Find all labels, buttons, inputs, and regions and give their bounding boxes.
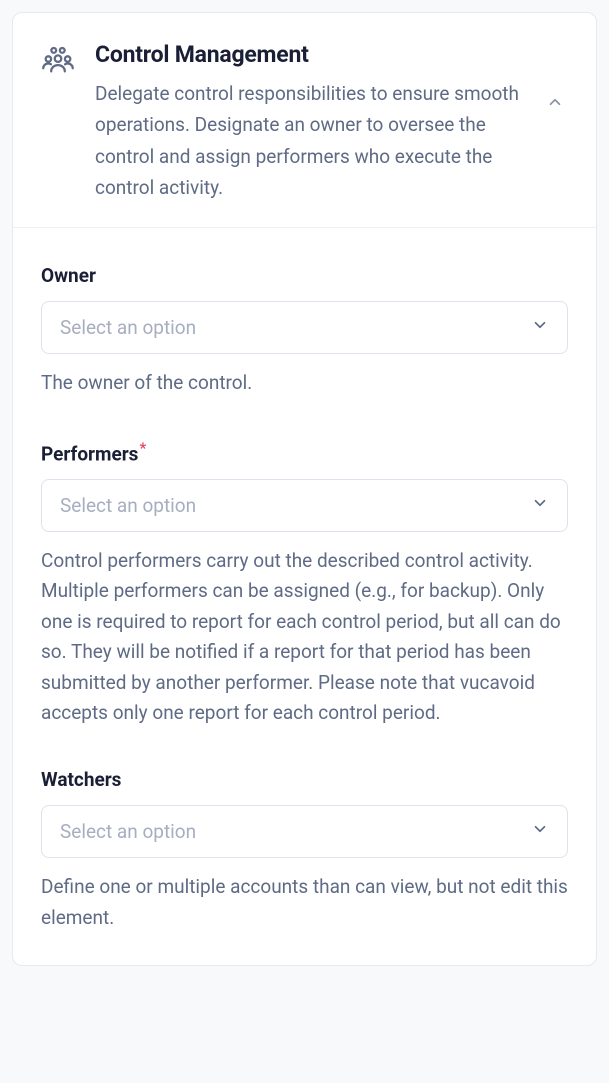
- owner-label: Owner: [41, 264, 568, 287]
- performers-label-text: Performers: [41, 442, 138, 465]
- section-title: Control Management: [95, 41, 530, 68]
- performers-help-text: Control performers carry out the describ…: [41, 546, 568, 728]
- watchers-field: Watchers Select an option Define one or …: [41, 768, 568, 933]
- watchers-label-text: Watchers: [41, 768, 121, 791]
- owner-help-text: The owner of the control.: [41, 368, 568, 398]
- header-text-block: Control Management Delegate control resp…: [95, 41, 530, 203]
- owner-select-placeholder: Select an option: [60, 316, 196, 339]
- chevron-down-icon: [531, 316, 549, 339]
- chevron-down-icon: [531, 494, 549, 517]
- owner-field: Owner Select an option The owner of the …: [41, 264, 568, 398]
- watchers-select[interactable]: Select an option: [41, 805, 568, 858]
- card-header: Control Management Delegate control resp…: [13, 13, 596, 228]
- users-group-icon: [41, 43, 75, 81]
- watchers-label: Watchers: [41, 768, 568, 791]
- performers-field: Performers* Select an option Control per…: [41, 439, 568, 729]
- required-marker: *: [139, 439, 146, 457]
- performers-select-placeholder: Select an option: [60, 494, 196, 517]
- control-management-card: Control Management Delegate control resp…: [12, 12, 597, 966]
- owner-select[interactable]: Select an option: [41, 301, 568, 354]
- card-body: Owner Select an option The owner of the …: [13, 228, 596, 965]
- section-description: Delegate control responsibilities to ens…: [95, 78, 530, 203]
- watchers-select-placeholder: Select an option: [60, 820, 196, 843]
- performers-select[interactable]: Select an option: [41, 479, 568, 532]
- chevron-up-icon: [546, 99, 564, 114]
- owner-label-text: Owner: [41, 264, 96, 287]
- performers-label: Performers*: [41, 439, 568, 465]
- watchers-help-text: Define one or multiple accounts than can…: [41, 872, 568, 933]
- collapse-toggle[interactable]: [542, 89, 568, 118]
- chevron-down-icon: [531, 820, 549, 843]
